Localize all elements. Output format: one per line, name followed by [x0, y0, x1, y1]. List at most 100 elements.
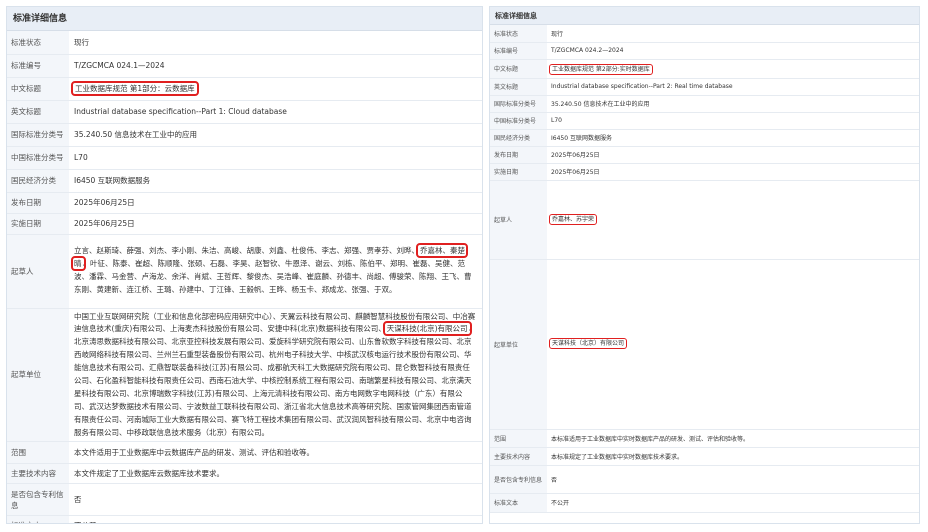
value-cn-title: 工业数据库规范 第1部分：云数据库 [69, 77, 482, 101]
value-number: T/ZGCMCA 024.2—2024 [547, 42, 919, 60]
label-ics: 国际标准分类号 [7, 123, 69, 147]
row-ccs: 中国标准分类号 L70 [490, 112, 919, 130]
value-en-title: Industrial database specification--Part … [69, 100, 482, 124]
value-patent: 否 [547, 465, 919, 494]
cn-title-highlight: 工业数据库规范 第1部分：云数据库 [71, 81, 199, 96]
value-patent: 否 [69, 483, 482, 517]
label-units: 起草单位 [490, 259, 547, 430]
row-en-title: 英文标题 Industrial database specification--… [7, 100, 482, 124]
label-implement: 实施日期 [490, 163, 547, 181]
value-implement: 2025年06月25日 [547, 163, 919, 181]
row-units: 起草单位 中国工业互联网研究院（工业和信息化部密码应用研究中心）、天翼云科技有限… [7, 308, 482, 443]
value-ics: 35.240.50 信息技术在工业中的应用 [69, 123, 482, 147]
row-implement: 实施日期 2025年06月25日 [490, 163, 919, 181]
value-main-content: 本文件规定了工业数据库云数据库技术要求。 [69, 463, 482, 485]
row-status: 标准状态 现行 [490, 25, 919, 43]
value-drafters: 乔嘉林、苏宇荣 [547, 180, 919, 260]
label-publish: 发布日期 [490, 146, 547, 164]
label-cn-title: 中文标题 [490, 59, 547, 79]
row-drafters: 起草人 乔嘉林、苏宇荣 [490, 180, 919, 260]
row-number: 标准编号 T/ZGCMCA 024.1—2024 [7, 54, 482, 78]
label-scope: 范围 [490, 429, 547, 448]
row-scope: 范围 本标准适用于工业数据库中实时数据库产品的研发、测试、评估和验收等。 [490, 429, 919, 448]
label-units: 起草单位 [7, 308, 69, 443]
row-status: 标准状态 现行 [7, 31, 482, 55]
detail-table: 标准状态 现行 标准编号 T/ZGCMCA 024.2—2024 中文标题 工业… [490, 25, 919, 513]
cn-title-highlight: 工业数据库规范 第2部分:实时数据库 [549, 64, 653, 75]
label-drafters: 起草人 [7, 234, 69, 309]
value-drafters: 立言、赵斯琦、薛强、刘杰、李小刚、朱洁、高峻、胡康、刘鑫、杜俊伟、李志、郑强、贾… [69, 234, 482, 309]
value-status: 现行 [547, 25, 919, 43]
label-publish: 发布日期 [7, 192, 69, 214]
label-patent: 是否包含专利信息 [7, 483, 69, 517]
drafters-text-before: 立言、赵斯琦、薛强、刘杰、李小刚、朱洁、高峻、胡康、刘鑫、杜俊伟、李志、郑强、贾… [74, 246, 419, 256]
row-full-text: 标准文本 不公开 [490, 493, 919, 513]
panel-header: 标准详细信息 [7, 7, 482, 31]
label-ics: 国际标准分类号 [490, 95, 547, 113]
label-number: 标准编号 [490, 42, 547, 60]
value-units: 天谋科技（北京）有限公司 [547, 259, 919, 430]
row-main-content: 主要技术内容 本标准规定了工业数据库中实时数据库技术要求。 [490, 447, 919, 466]
label-cn-title: 中文标题 [7, 77, 69, 101]
label-main-content: 主要技术内容 [7, 463, 69, 485]
row-econ: 国民经济分类 I6450 互联网数据服务 [7, 169, 482, 193]
label-full-text: 标准文本 [490, 493, 547, 513]
units-text-after: 、北京涛思数据科技有限公司、北京亚控科技发展有限公司、爱旋科学研究院有限公司、山… [74, 324, 477, 437]
row-publish: 发布日期 2025年06月25日 [7, 192, 482, 214]
value-implement: 2025年06月25日 [69, 213, 482, 235]
value-publish: 2025年06月25日 [547, 146, 919, 164]
label-en-title: 英文标题 [490, 78, 547, 96]
label-ccs: 中国标准分类号 [490, 112, 547, 130]
value-status: 现行 [69, 31, 482, 55]
standard-detail-panel-part1: 标准详细信息 标准状态 现行 标准编号 T/ZGCMCA 024.1—2024 … [6, 6, 483, 524]
value-full-text: 不公开 [547, 493, 919, 513]
label-econ: 国民经济分类 [490, 129, 547, 147]
label-full-text: 标准文本 [7, 515, 69, 523]
label-number: 标准编号 [7, 54, 69, 78]
value-full-text: 不公开 [69, 515, 482, 523]
row-en-title: 英文标题 Industrial database specification--… [490, 78, 919, 96]
row-ccs: 中国标准分类号 L70 [7, 146, 482, 170]
row-units: 起草单位 天谋科技（北京）有限公司 [490, 259, 919, 430]
label-implement: 实施日期 [7, 213, 69, 235]
drafters-highlight: 乔嘉林、苏宇荣 [548, 213, 598, 225]
label-scope: 范围 [7, 441, 69, 465]
value-ccs: L70 [69, 146, 482, 170]
value-ccs: L70 [547, 112, 919, 130]
label-main-content: 主要技术内容 [490, 447, 547, 466]
value-cn-title: 工业数据库规范 第2部分:实时数据库 [547, 59, 919, 79]
standard-detail-panel-part2: 标准详细信息 标准状态 现行 标准编号 T/ZGCMCA 024.2—2024 … [489, 6, 920, 524]
value-econ: I6450 互联网数据服务 [69, 169, 482, 193]
value-ics: 35.240.50 信息技术在工业中的应用 [547, 95, 919, 113]
row-patent: 是否包含专利信息 否 [7, 483, 482, 517]
value-en-title: Industrial database specification--Part … [547, 78, 919, 96]
value-main-content: 本标准规定了工业数据库中实时数据库技术要求。 [547, 447, 919, 466]
label-status: 标准状态 [490, 25, 547, 43]
label-drafters: 起草人 [490, 180, 547, 260]
row-drafters: 起草人 立言、赵斯琦、薛强、刘杰、李小刚、朱洁、高峻、胡康、刘鑫、杜俊伟、李志、… [7, 234, 482, 309]
row-patent: 是否包含专利信息 否 [490, 465, 919, 494]
value-units: 中国工业互联网研究院（工业和信息化部密码应用研究中心）、天翼云科技有限公司、麒麟… [69, 308, 482, 443]
row-number: 标准编号 T/ZGCMCA 024.2—2024 [490, 42, 919, 60]
row-full-text: 标准文本 不公开 [7, 515, 482, 523]
drafters-text-after: 、叶征、陈泰、崔超、陈顺隆、张硕、石磊、李昊、赵智钦、牛恩泽、谢云、刘栋、陈伯平… [74, 259, 472, 294]
row-cn-title: 中文标题 工业数据库规范 第1部分：云数据库 [7, 77, 482, 101]
row-ics: 国际标准分类号 35.240.50 信息技术在工业中的应用 [490, 95, 919, 113]
value-econ: I6450 互联网数据服务 [547, 129, 919, 147]
label-status: 标准状态 [7, 31, 69, 55]
value-publish: 2025年06月25日 [69, 192, 482, 214]
row-ics: 国际标准分类号 35.240.50 信息技术在工业中的应用 [7, 123, 482, 147]
label-en-title: 英文标题 [7, 100, 69, 124]
detail-table: 标准状态 现行 标准编号 T/ZGCMCA 024.1—2024 中文标题 工业… [7, 31, 482, 523]
label-econ: 国民经济分类 [7, 169, 69, 193]
row-publish: 发布日期 2025年06月25日 [490, 146, 919, 164]
units-highlight: 天谋科技(北京)有限公司 [382, 321, 472, 337]
row-cn-title: 中文标题 工业数据库规范 第2部分:实时数据库 [490, 59, 919, 79]
row-main-content: 主要技术内容 本文件规定了工业数据库云数据库技术要求。 [7, 463, 482, 485]
value-number: T/ZGCMCA 024.1—2024 [69, 54, 482, 78]
label-patent: 是否包含专利信息 [490, 465, 547, 494]
value-scope: 本标准适用于工业数据库中实时数据库产品的研发、测试、评估和验收等。 [547, 429, 919, 448]
label-ccs: 中国标准分类号 [7, 146, 69, 170]
units-highlight: 天谋科技（北京）有限公司 [548, 338, 628, 350]
row-scope: 范围 本文件适用于工业数据库中云数据库产品的研发、测试、评估和验收等。 [7, 441, 482, 465]
